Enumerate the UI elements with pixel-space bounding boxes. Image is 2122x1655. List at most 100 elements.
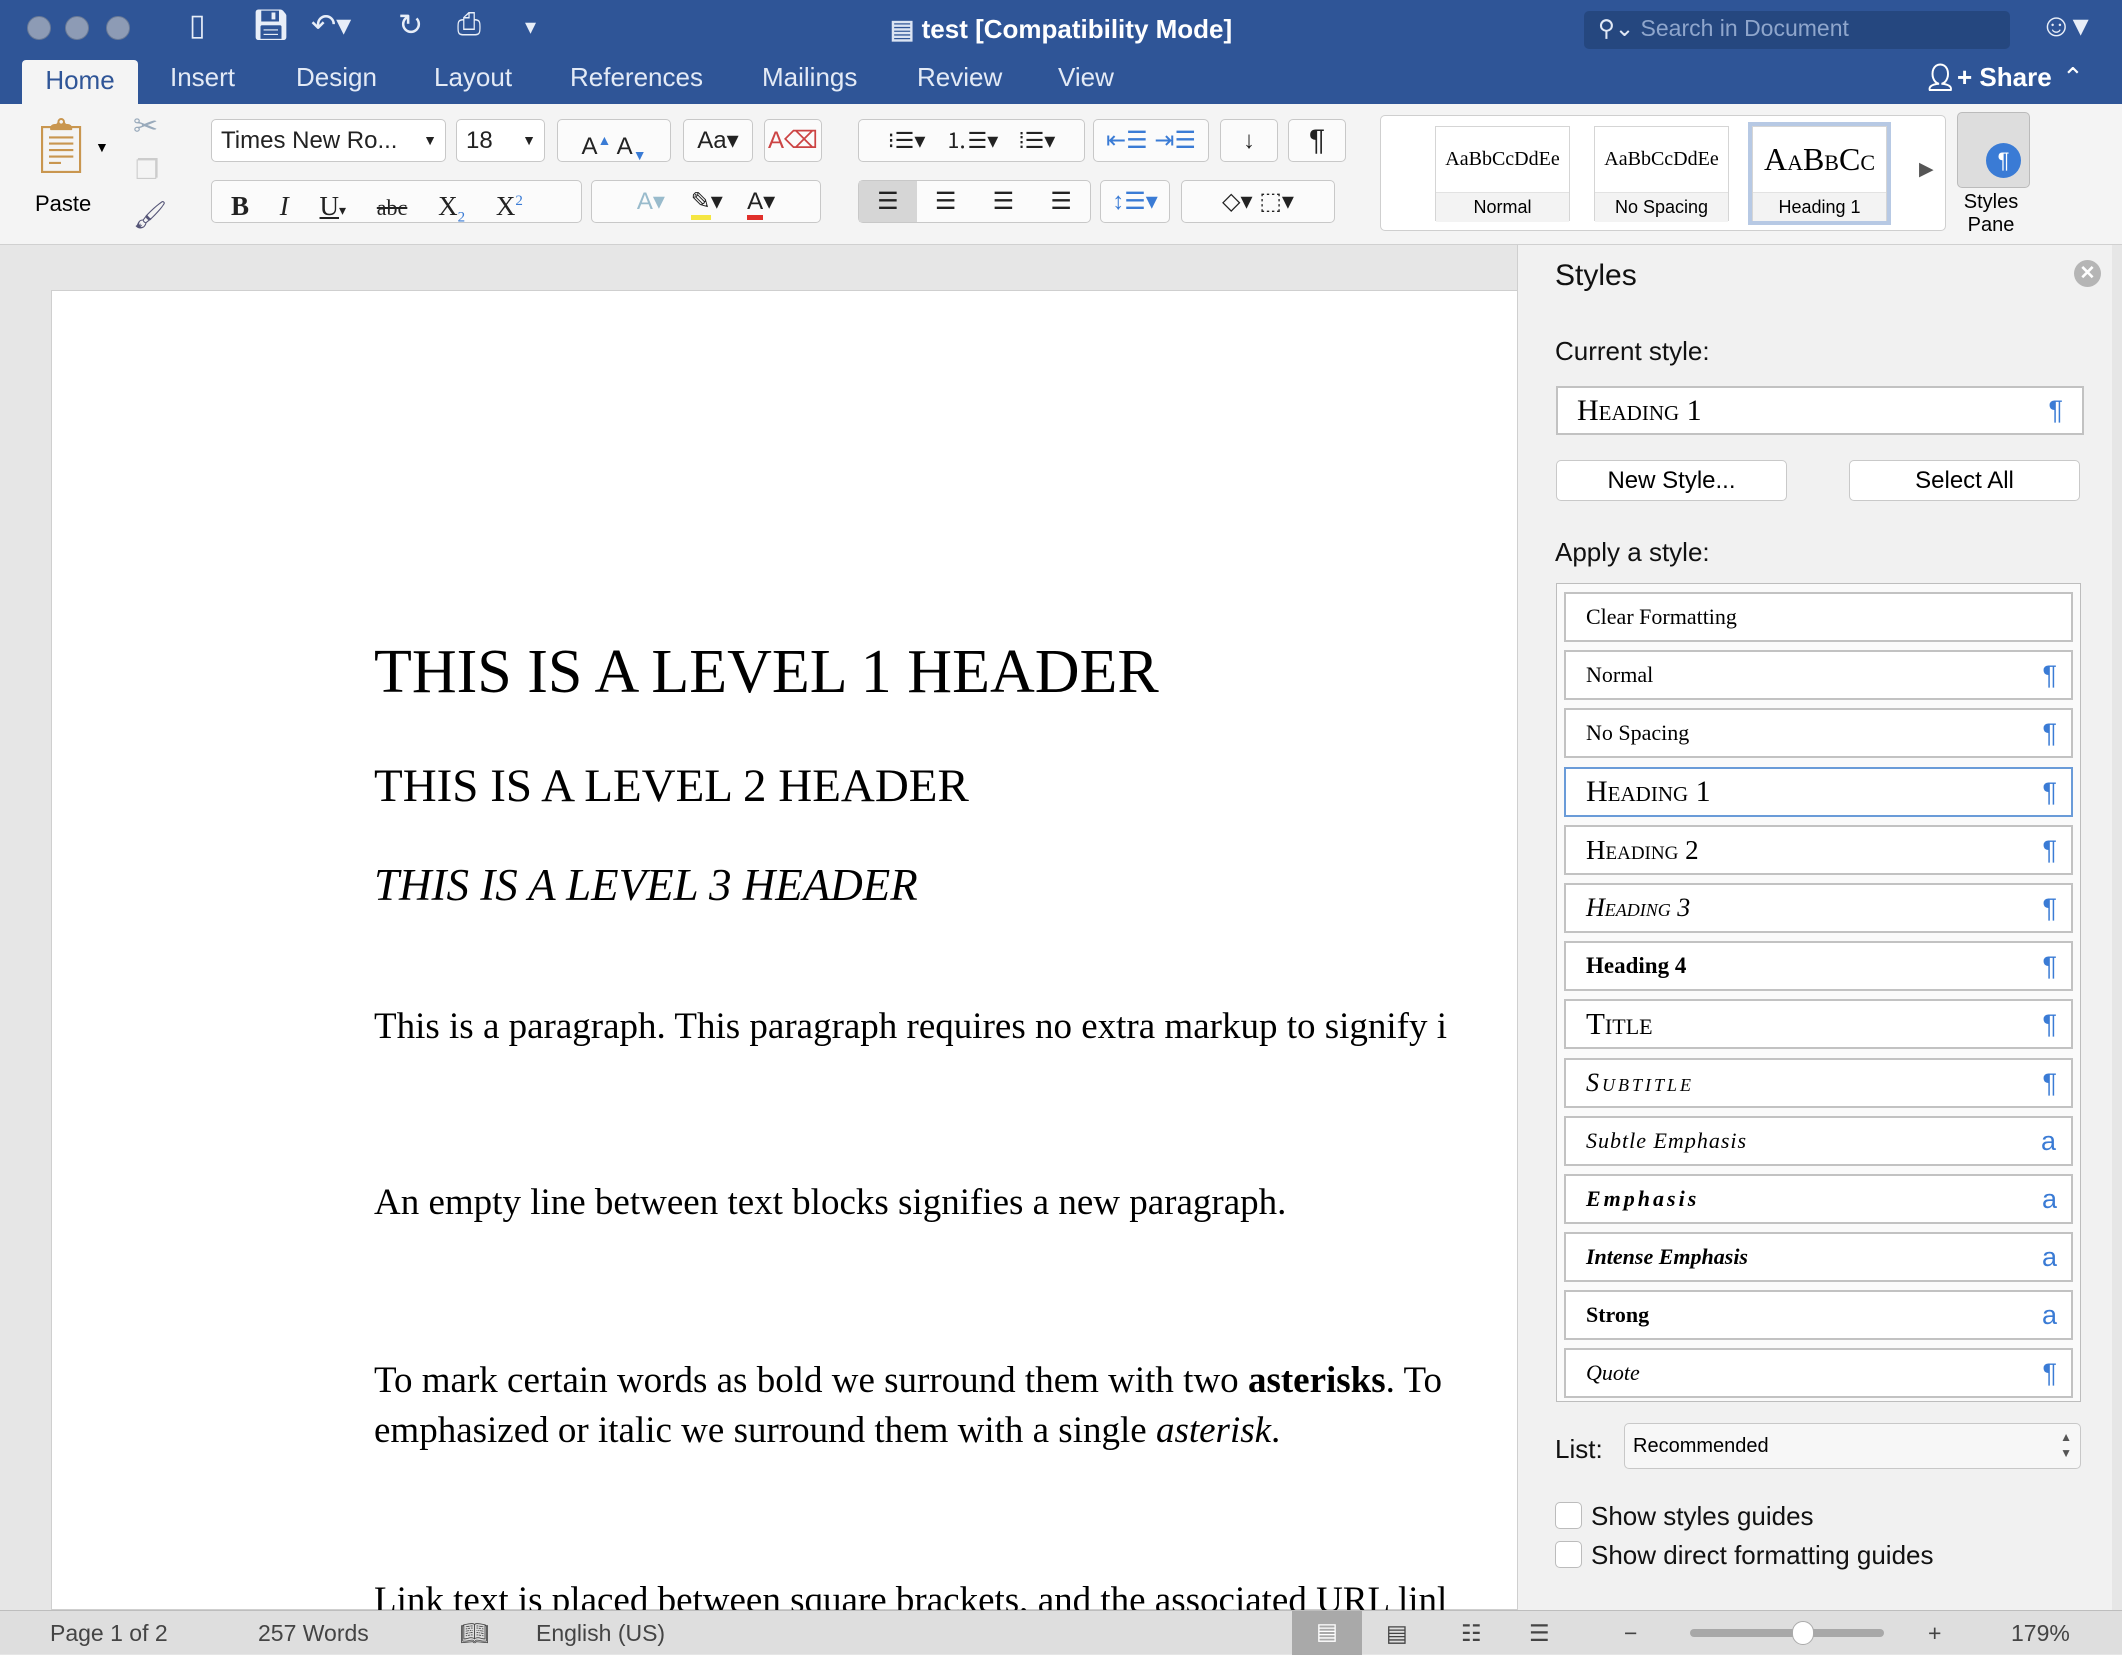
style-item-title[interactable]: Title ¶ [1564, 999, 2073, 1049]
highlight-icon[interactable]: ✎ [690, 188, 711, 220]
new-style-button[interactable]: New Style... [1556, 460, 1787, 501]
tab-mailings[interactable]: Mailings [762, 62, 857, 93]
styles-pane-button[interactable]: ¶ [1957, 112, 2030, 188]
sort-button[interactable]: ↓ [1220, 119, 1278, 162]
gallery-next-icon[interactable]: ▶ [1919, 158, 1934, 181]
font-color-icon[interactable]: A [747, 188, 764, 220]
style-item-heading-2[interactable]: Heading 2 ¶ [1564, 825, 2073, 875]
style-item-clear-formatting[interactable]: Clear Formatting [1564, 592, 2073, 642]
paste-label[interactable]: Paste [35, 191, 91, 217]
style-item-normal[interactable]: Normal ¶ [1564, 650, 2073, 700]
paragraph[interactable]: emphasized or italic we surround them wi… [374, 1409, 1280, 1452]
heading-3[interactable]: THIS IS A LEVEL 3 HEADER [374, 859, 918, 911]
heading-1[interactable]: THIS IS A LEVEL 1 HEADER [374, 637, 1159, 708]
word-count[interactable]: 257 Words [258, 1620, 369, 1647]
copy-icon[interactable]: ❐ [135, 155, 159, 186]
page-count[interactable]: Page 1 of 2 [50, 1620, 168, 1647]
gallery-style-no-spacing[interactable]: AaBbCcDdEe No Spacing [1594, 126, 1729, 222]
borders-icon[interactable]: ⬚▾ [1259, 188, 1294, 215]
document-page[interactable]: THIS IS A LEVEL 1 HEADER THIS IS A LEVEL… [51, 290, 1607, 1621]
gallery-style-normal[interactable]: AaBbCcDdEe Normal [1435, 126, 1570, 222]
heading-2[interactable]: THIS IS A LEVEL 2 HEADER [374, 759, 969, 813]
language[interactable]: English (US) [536, 1620, 665, 1647]
outline-view-icon[interactable]: ☷ [1461, 1620, 1482, 1647]
paragraph[interactable]: To mark certain words as bold we surroun… [374, 1359, 1442, 1402]
increase-indent-icon[interactable]: ⇥☰ [1154, 127, 1196, 154]
zoom-percent[interactable]: 179% [2011, 1620, 2070, 1647]
zoom-in-icon[interactable]: + [1928, 1620, 1941, 1647]
style-item-heading-3[interactable]: Heading 3 ¶ [1564, 883, 2073, 933]
italic-icon[interactable]: I [280, 191, 289, 221]
style-item-quote[interactable]: Quote ¶ [1564, 1348, 2073, 1398]
align-right-icon[interactable]: ☰ [975, 181, 1033, 222]
tab-references[interactable]: References [570, 62, 703, 93]
change-case-button[interactable]: Aa▾ [683, 119, 753, 162]
show-direct-formatting-guides-label[interactable]: Show direct formatting guides [1591, 1540, 1934, 1571]
list-select[interactable]: Recommended ▲ ▼ [1624, 1423, 2081, 1469]
cut-icon[interactable]: ✂ [133, 109, 158, 144]
superscript-icon[interactable]: X2 [496, 191, 523, 221]
paragraph[interactable]: This is a paragraph. This paragraph requ… [374, 1005, 1447, 1048]
style-item-no-spacing[interactable]: No Spacing ¶ [1564, 708, 2073, 758]
tab-design[interactable]: Design [296, 62, 377, 93]
font-size-select[interactable]: 18 ▼ [456, 119, 545, 162]
tab-review[interactable]: Review [917, 62, 1002, 93]
zoom-slider-thumb[interactable] [1791, 1621, 1814, 1645]
clear-formatting-button[interactable]: A⌫ [764, 119, 822, 162]
collapse-ribbon-icon[interactable]: ⌃ [2062, 62, 2084, 93]
tab-view[interactable]: View [1058, 62, 1114, 93]
font-name-select[interactable]: Times New Ro... ▼ [211, 119, 446, 162]
tab-layout[interactable]: Layout [434, 62, 512, 93]
style-item-subtitle[interactable]: Subtitle ¶ [1564, 1058, 2073, 1108]
strikethrough-icon[interactable]: abc [377, 195, 408, 220]
select-all-button[interactable]: Select All [1849, 460, 2080, 501]
search-input[interactable]: ⚲⌄ Search in Document [1584, 11, 2010, 49]
style-item-emphasis[interactable]: Emphasis a [1564, 1174, 2073, 1224]
draft-view-icon[interactable]: ☰ [1529, 1620, 1550, 1647]
proofing-icon[interactable]: 📖︎ [460, 1620, 489, 1647]
zoom-slider[interactable] [1690, 1621, 1884, 1645]
gallery-style-heading-1[interactable]: AaBbCc Heading 1 [1748, 122, 1891, 225]
style-item-intense-emphasis[interactable]: Intense Emphasis a [1564, 1232, 2073, 1282]
paste-dropdown-icon[interactable]: ▼ [95, 139, 109, 155]
web-layout-icon[interactable]: ▤ [1386, 1620, 1408, 1647]
style-item-heading-4[interactable]: Heading 4 ¶ [1564, 941, 2073, 991]
paragraph[interactable]: An empty line between text blocks signif… [374, 1181, 1286, 1224]
show-styles-guides-checkbox[interactable] [1555, 1502, 1582, 1529]
decrease-indent-icon[interactable]: ⇤☰ [1106, 127, 1148, 154]
list-group: ⁝☰▾ ⒈☰▾ ⁞☰▾ [858, 119, 1085, 162]
align-center-icon[interactable]: ☰ [917, 181, 975, 222]
format-painter-icon[interactable]: 🖌︎ [133, 199, 167, 231]
grow-font-icon[interactable]: A▲ [581, 132, 611, 160]
show-direct-formatting-guides-checkbox[interactable] [1555, 1541, 1582, 1568]
shading-icon[interactable]: ◇▾ [1222, 188, 1253, 215]
bullets-icon[interactable]: ⁝☰▾ [888, 128, 926, 153]
show-formatting-button[interactable]: ¶ [1288, 119, 1346, 162]
zoom-out-icon[interactable]: − [1624, 1620, 1637, 1647]
style-item-strong[interactable]: Strong a [1564, 1290, 2073, 1340]
bold-icon[interactable]: B [231, 191, 249, 221]
styles-pane-label[interactable]: Styles Pane [1949, 191, 2033, 237]
numbering-icon[interactable]: ⒈☰▾ [946, 128, 999, 153]
multilevel-list-icon[interactable]: ⁞☰▾ [1018, 128, 1055, 153]
text-effects-icon[interactable]: A▾ [637, 188, 665, 215]
underline-icon[interactable]: U [320, 191, 340, 221]
show-styles-guides-label[interactable]: Show styles guides [1591, 1501, 1814, 1532]
print-layout-icon[interactable]: ▤ [1292, 1611, 1362, 1655]
tab-insert[interactable]: Insert [170, 62, 235, 93]
paste-icon[interactable]: 📋︎ [27, 115, 96, 178]
justify-icon[interactable]: ☰ [1032, 181, 1090, 222]
align-left-icon[interactable]: ☰ [859, 181, 917, 222]
style-item-subtle-emphasis[interactable]: Subtle Emphasis a [1564, 1116, 2073, 1166]
chevron-down-icon: ▼ [423, 132, 437, 148]
text: emphasized or italic we surround them wi… [374, 1410, 1156, 1451]
line-spacing-button[interactable]: ↕☰▾ [1100, 180, 1170, 223]
close-pane-icon[interactable]: ✕ [2074, 260, 2101, 287]
style-item-heading-1[interactable]: Heading 1 ¶ [1564, 767, 2073, 817]
smiley-feedback-icon[interactable]: ☺▾ [2040, 6, 2089, 44]
document-area[interactable]: THIS IS A LEVEL 1 HEADER THIS IS A LEVEL… [0, 245, 1607, 1621]
share-button[interactable]: 👤︎+ Share [1924, 62, 2052, 93]
subscript-icon[interactable]: X2 [438, 191, 465, 225]
tab-home[interactable]: Home [22, 60, 138, 106]
shrink-font-icon[interactable]: A▼ [617, 133, 647, 163]
